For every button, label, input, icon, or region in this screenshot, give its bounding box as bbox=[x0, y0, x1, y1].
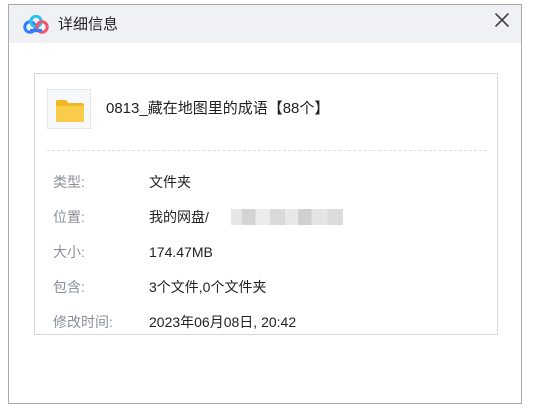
divider bbox=[47, 150, 487, 151]
size-value: 174.47MB bbox=[149, 244, 213, 260]
folder-thumbnail bbox=[47, 89, 91, 129]
type-value: 文件夹 bbox=[149, 174, 191, 190]
size-label: 大小: bbox=[53, 244, 85, 260]
contains-label: 包含: bbox=[53, 279, 85, 295]
redacted-path bbox=[231, 209, 343, 225]
modified-label: 修改时间: bbox=[53, 314, 113, 330]
close-icon[interactable] bbox=[493, 11, 511, 29]
modified-value: 2023年06月08日, 20:42 bbox=[149, 314, 297, 330]
details-dialog: 详细信息 0813_藏在地图里的成语【88个】 类型: 文件夹 位置: 我的网盘… bbox=[8, 4, 522, 404]
folder-icon bbox=[56, 100, 84, 122]
type-label: 类型: bbox=[53, 174, 85, 190]
contains-value: 3个文件,0个文件夹 bbox=[149, 279, 267, 295]
location-value[interactable]: 我的网盘/ bbox=[149, 207, 209, 227]
dialog-title: 详细信息 bbox=[58, 16, 119, 33]
cloud-logo-icon bbox=[23, 15, 49, 34]
file-info-card: 0813_藏在地图里的成语【88个】 类型: 文件夹 位置: 我的网盘/ 大小:… bbox=[34, 73, 498, 335]
file-name: 0813_藏在地图里的成语【88个】 bbox=[106, 100, 330, 117]
title-bar: 详细信息 bbox=[9, 5, 521, 43]
location-label: 位置: bbox=[53, 209, 85, 225]
detail-row-location: 位置: 我的网盘/ bbox=[53, 207, 383, 227]
